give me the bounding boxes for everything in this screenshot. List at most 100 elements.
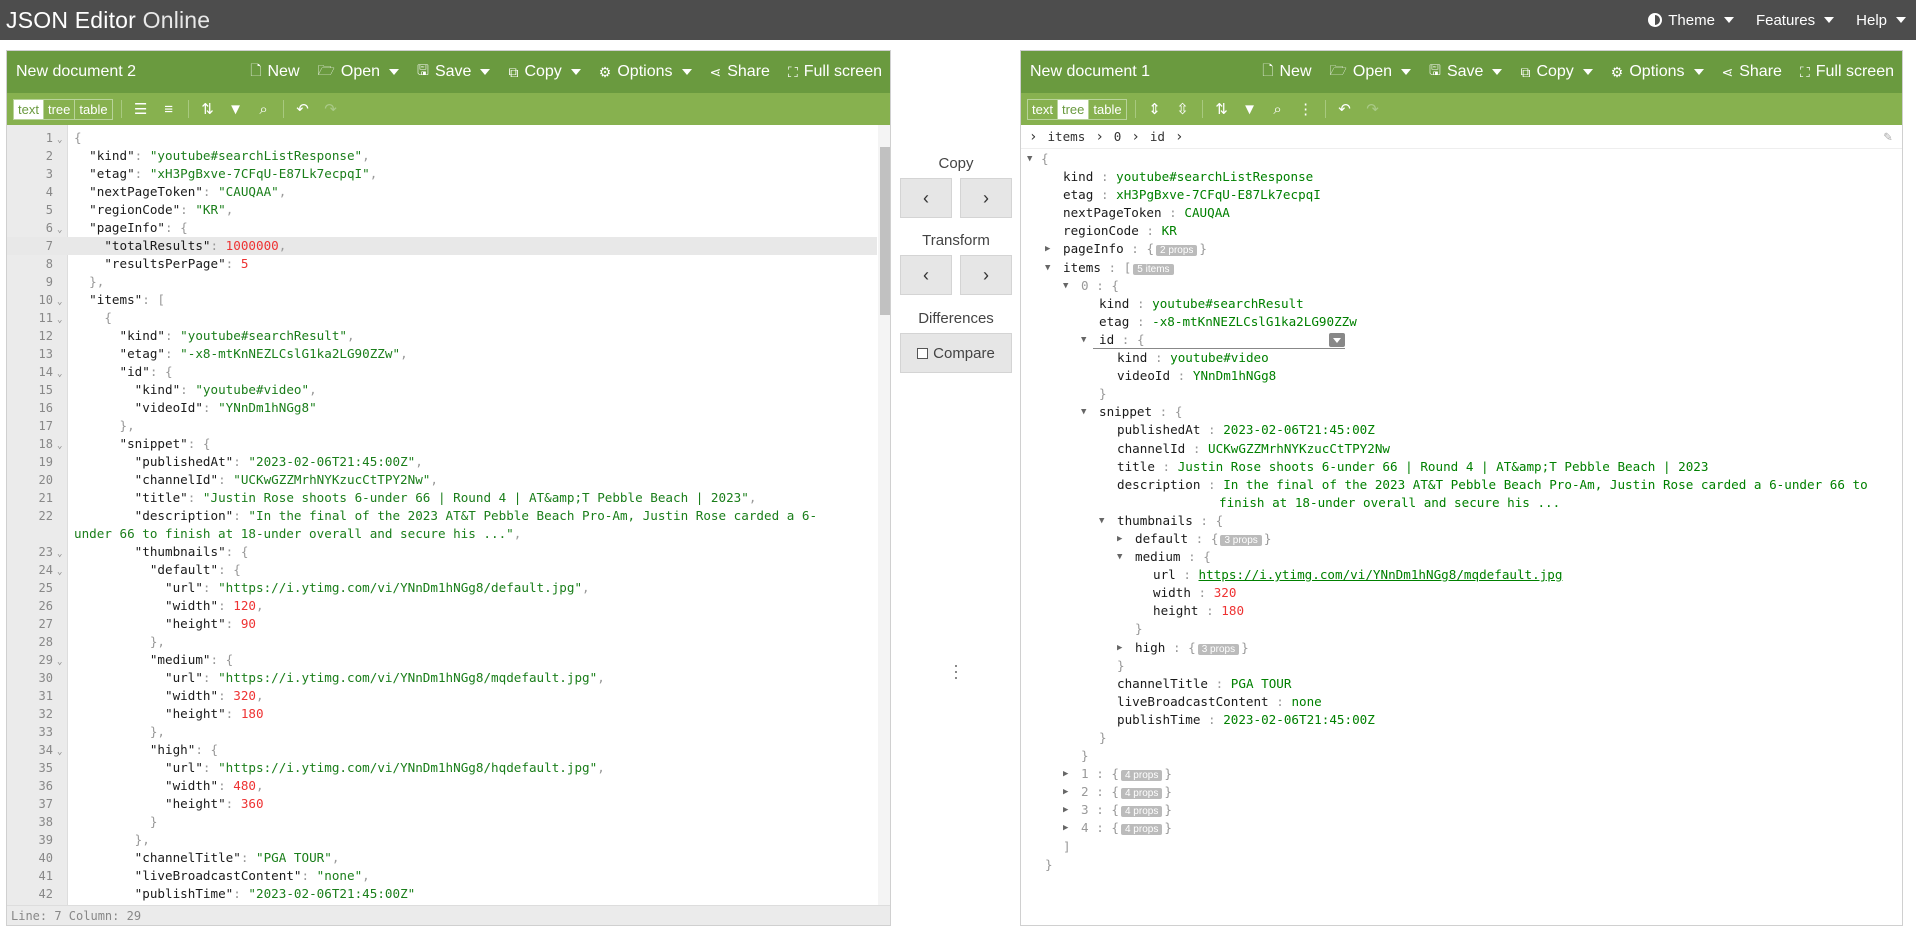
caret-down-icon[interactable]: ▼: [1117, 548, 1122, 566]
code-line[interactable]: 13 "etag": "-x8-mtKnNEZLCslG1ka2LG90ZZw"…: [7, 345, 877, 363]
copy-button[interactable]: ⧉ Copy: [1520, 63, 1593, 81]
code-line[interactable]: 21 "title": "Justin Rose shoots 6-under …: [7, 489, 877, 507]
left-document-title[interactable]: New document 2: [16, 63, 136, 81]
caret-right-icon[interactable]: ▶: [1063, 783, 1068, 801]
fullscreen-button[interactable]: ⛶ Full screen: [1800, 63, 1894, 81]
fullscreen-button[interactable]: ⛶ Full screen: [788, 63, 882, 81]
props-badge[interactable]: 4 props: [1120, 770, 1163, 782]
caret-down-icon[interactable]: ▼: [1081, 403, 1086, 421]
more-icon[interactable]: ⋮: [1295, 100, 1317, 118]
format-icon[interactable]: ☰: [130, 100, 152, 118]
breadcrumb-item[interactable]: items: [1047, 129, 1085, 144]
caret-down-icon[interactable]: ▼: [1099, 512, 1104, 530]
undo-icon[interactable]: ↶: [1334, 100, 1356, 118]
caret-right-icon[interactable]: ▶: [1063, 765, 1068, 783]
save-button[interactable]: 🖫 Save: [417, 60, 491, 84]
code-line[interactable]: 23 ⌄ "thumbnails": {: [7, 543, 877, 561]
theme-menu[interactable]: Theme: [1648, 12, 1734, 29]
code-line[interactable]: 18 ⌄ "snippet": {: [7, 435, 877, 453]
props-badge[interactable]: 4 props: [1120, 824, 1163, 836]
drag-handle-icon[interactable]: · · ·: [953, 656, 959, 686]
code-line[interactable]: 37 "height": 360: [7, 795, 877, 813]
compare-button[interactable]: Compare: [900, 333, 1012, 373]
sort-icon[interactable]: ⇅: [1211, 100, 1233, 118]
code-line[interactable]: 31 "width": 320,: [7, 687, 877, 705]
code-line[interactable]: 35 "url": "https://i.ytimg.com/vi/YNnDm1…: [7, 759, 877, 777]
open-button[interactable]: 🗁 Open: [1330, 60, 1412, 84]
code-line[interactable]: under 66 to finish at 18-under overall a…: [7, 525, 877, 543]
code-line[interactable]: 27 "height": 90: [7, 615, 877, 633]
props-badge[interactable]: 4 props: [1120, 806, 1163, 818]
options-button[interactable]: ⚙ Options: [599, 63, 692, 81]
scrollbar-thumb[interactable]: [880, 147, 890, 315]
mode-table-tab[interactable]: table: [75, 100, 111, 119]
features-menu[interactable]: Features: [1756, 12, 1835, 29]
undo-icon[interactable]: ↶: [292, 100, 314, 118]
code-line[interactable]: 7 "totalResults": 1000000,: [7, 237, 877, 255]
new-button[interactable]: 🗋 New: [1262, 60, 1311, 84]
redo-icon[interactable]: ↷: [320, 100, 342, 118]
copy-left-button[interactable]: ‹: [900, 178, 952, 218]
mode-tree-tab[interactable]: tree: [1057, 99, 1090, 119]
search-icon[interactable]: ⌕: [253, 101, 275, 118]
mode-text-tab[interactable]: text: [14, 99, 44, 119]
edit-icon[interactable]: ✎: [1884, 129, 1892, 145]
collapse-all-icon[interactable]: ⇳: [1172, 100, 1194, 118]
breadcrumb-item[interactable]: 0: [1114, 129, 1122, 144]
code-line[interactable]: 12 "kind": "youtube#searchResult",: [7, 327, 877, 345]
code-line[interactable]: 26 "width": 120,: [7, 597, 877, 615]
code-line[interactable]: 8 "resultsPerPage": 5: [7, 255, 877, 273]
caret-down-icon[interactable]: ▼: [1063, 277, 1068, 295]
share-button[interactable]: ⋖ Share: [710, 63, 770, 81]
help-menu[interactable]: Help: [1856, 12, 1906, 29]
code-line[interactable]: 19 "publishedAt": "2023-02-06T21:45:00Z"…: [7, 453, 877, 471]
chevron-right-icon[interactable]: ›: [1131, 129, 1139, 145]
code-line[interactable]: 40 "channelTitle": "PGA TOUR",: [7, 849, 877, 867]
context-menu-button[interactable]: [1329, 332, 1345, 347]
code-line[interactable]: 39 },: [7, 831, 877, 849]
compact-icon[interactable]: ≡: [158, 101, 180, 118]
code-line[interactable]: 32 "height": 180: [7, 705, 877, 723]
code-line[interactable]: 2 "kind": "youtube#searchListResponse",: [7, 147, 877, 165]
vertical-scrollbar[interactable]: [878, 125, 890, 907]
items-badge[interactable]: 5 items: [1133, 263, 1174, 275]
code-line[interactable]: 14 ⌄ "id": {: [7, 363, 877, 381]
open-button[interactable]: 🗁 Open: [318, 60, 400, 84]
code-line[interactable]: 9 },: [7, 273, 877, 291]
mode-table-tab[interactable]: table: [1089, 100, 1125, 119]
code-line[interactable]: 33 },: [7, 723, 877, 741]
save-button[interactable]: 🖫 Save: [1429, 60, 1503, 84]
caret-right-icon[interactable]: ▶: [1117, 639, 1122, 657]
right-document-title[interactable]: New document 1: [1030, 63, 1150, 81]
props-badge[interactable]: 3 props: [1220, 534, 1262, 546]
code-line[interactable]: 1 ⌄{: [7, 129, 877, 147]
code-line[interactable]: 30 "url": "https://i.ytimg.com/vi/YNnDm1…: [7, 669, 877, 687]
code-line[interactable]: 29 ⌄ "medium": {: [7, 651, 877, 669]
code-line[interactable]: 24 ⌄ "default": {: [7, 561, 877, 579]
code-line[interactable]: 22 "description": "In the final of the 2…: [7, 507, 877, 525]
code-line[interactable]: 42 "publishTime": "2023-02-06T21:45:00Z": [7, 885, 877, 903]
code-line[interactable]: 16 "videoId": "YNnDm1hNGg8": [7, 399, 877, 417]
redo-icon[interactable]: ↷: [1362, 100, 1384, 118]
code-line[interactable]: 41 "liveBroadcastContent": "none",: [7, 867, 877, 885]
code-line[interactable]: 5 "regionCode": "KR",: [7, 201, 877, 219]
filter-icon[interactable]: ▼: [1239, 101, 1261, 118]
expand-all-icon[interactable]: ⇕: [1144, 100, 1166, 118]
code-line[interactable]: 10 ⌄ "items": [: [7, 291, 877, 309]
caret-right-icon[interactable]: ▶: [1117, 530, 1122, 548]
mode-text-tab[interactable]: text: [1028, 99, 1058, 119]
code-line[interactable]: 15 "kind": "youtube#video",: [7, 381, 877, 399]
share-button[interactable]: ⋖ Share: [1722, 63, 1782, 81]
caret-down-icon[interactable]: ▼: [1045, 259, 1050, 277]
props-badge[interactable]: 2 props: [1156, 245, 1198, 257]
caret-right-icon[interactable]: ▶: [1063, 819, 1068, 837]
code-line[interactable]: 11 ⌄ {: [7, 309, 877, 327]
filter-icon[interactable]: ▼: [225, 101, 247, 118]
new-button[interactable]: 🗋 New: [250, 60, 299, 84]
caret-down-icon[interactable]: ▼: [1027, 150, 1032, 168]
code-editor[interactable]: 1 ⌄{2 "kind": "youtube#searchListResponse…: [7, 125, 890, 907]
chevron-right-icon[interactable]: ›: [1175, 129, 1183, 145]
code-line[interactable]: 34 ⌄ "high": {: [7, 741, 877, 759]
code-line[interactable]: 17 },: [7, 417, 877, 435]
options-button[interactable]: ⚙ Options: [1611, 63, 1704, 81]
